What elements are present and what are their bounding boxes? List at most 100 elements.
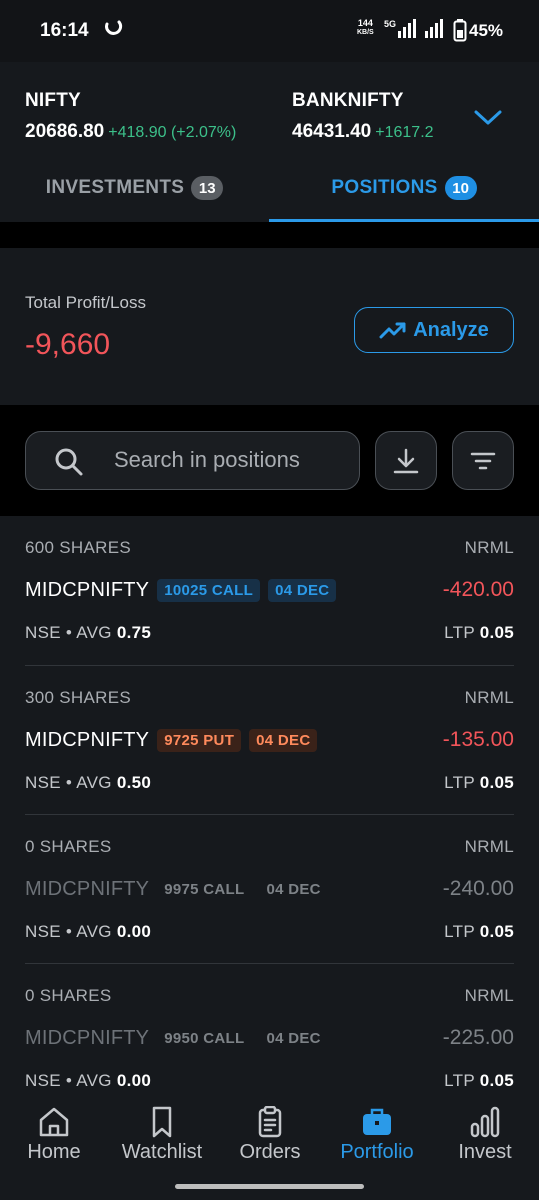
expiry-chip: 04 DEC [268,579,337,602]
nav-portfolio[interactable]: Portfolio [323,1094,431,1184]
active-tab-indicator [269,219,539,222]
avg-label: AVG [76,1071,112,1090]
signal-icon [425,19,443,38]
product-type: NRML [464,538,514,557]
avg-label: AVG [76,922,112,941]
index-banknifty[interactable]: BANKNIFTY 46431.40 +1617.2 [292,90,460,143]
symbol-name: MIDCPNIFTY [25,729,150,751]
signal-5g-icon: 5G [384,19,416,38]
portfolio-tabs: INVESTMENTS 13 POSITIONS 10 [0,154,539,222]
position-quantity: 0 SHARES [25,986,112,1005]
pnl-value: -9,660 [25,328,111,361]
status-bar: 16:14 144 KB/S 5G 45% [0,0,539,62]
download-button[interactable] [375,431,437,490]
tab-positions[interactable]: POSITIONS 10 [269,154,539,222]
positions-list[interactable]: 600 SHARES NRML MIDCPNIFTY 10025 CALL 04… [0,516,539,1108]
search-input[interactable] [114,432,349,488]
product-type: NRML [464,688,514,707]
ltp-value: 0.05 [479,1071,514,1090]
count-badge: 13 [191,176,224,200]
nav-invest[interactable]: Invest [431,1094,539,1184]
avg-label: AVG [76,623,112,642]
tab-investments[interactable]: INVESTMENTS 13 [0,154,269,222]
nav-label: Watchlist [121,1141,203,1163]
position-ltp: LTP 0.05 [444,773,514,793]
position-pnl: -135.00 [442,728,514,751]
expiry-chip: 04 DEC [266,1030,321,1047]
expiry-chip: 04 DEC [249,729,318,752]
home-indicator[interactable] [175,1184,364,1189]
ltp-label: LTP [444,623,475,642]
analyze-label: Analyze [413,318,489,341]
product-type: NRML [464,986,514,1005]
index-change: +1617.2 [375,124,434,141]
position-row[interactable]: 600 SHARES NRML MIDCPNIFTY 10025 CALL 04… [0,516,539,665]
bar-chart-icon [470,1106,500,1138]
filter-button[interactable] [452,431,514,490]
profit-loss-card: Total Profit/Loss -9,660 Analyze [0,248,539,405]
ltp-value: 0.05 [479,623,514,642]
strike-chip: 10025 CALL [157,579,261,602]
exchange-label: NSE [25,773,61,792]
home-icon [39,1107,69,1137]
position-row[interactable]: 0 SHARES NRML MIDCPNIFTY 9975 CALL 04 DE… [25,814,514,963]
position-meta: NSE • AVG 0.75 [25,623,152,642]
nav-label: Invest [458,1141,512,1163]
position-meta: NSE • AVG 0.00 [25,1071,152,1090]
pnl-label: Total Profit/Loss [25,293,146,312]
index-name: NIFTY [25,90,81,111]
position-row[interactable]: 0 SHARES NRML MIDCPNIFTY 9950 CALL 04 DE… [25,963,514,1108]
avg-label: AVG [76,773,112,792]
avg-value: 0.75 [116,623,152,642]
tab-label: POSITIONS [331,177,438,198]
search-box[interactable] [25,431,360,490]
battery-percent: 45% [469,21,504,40]
avg-value: 0.00 [116,922,152,941]
strike-chip: 9975 CALL [164,881,245,898]
symbol-name: MIDCPNIFTY [25,878,150,900]
exchange-label: NSE [25,922,61,941]
ltp-value: 0.05 [479,773,514,792]
bookmark-icon [152,1106,172,1138]
briefcase-icon [363,1108,391,1135]
trending-up-icon [379,322,406,339]
status-time: 16:14 [40,20,89,41]
strike-chip: 9725 PUT [157,729,242,752]
position-pnl: -420.00 [442,578,514,601]
net-speed: 144 KB/S [357,18,374,37]
position-ltp: LTP 0.05 [444,922,514,942]
nav-label: Orders [239,1141,301,1163]
chevron-down-icon[interactable] [473,107,503,127]
product-type: NRML [464,837,514,856]
index-nifty[interactable]: NIFTY 20686.80 +418.90 (+2.07%) [25,90,236,143]
position-ltp: LTP 0.05 [444,623,514,643]
position-meta: NSE • AVG 0.00 [25,922,152,941]
search-icon [55,448,83,476]
analyze-button[interactable]: Analyze [354,307,514,353]
exchange-label: NSE [25,623,61,642]
index-name: BANKNIFTY [292,90,404,111]
nav-orders[interactable]: Orders [216,1094,324,1184]
position-symbol: MIDCPNIFTY 9950 CALL 04 DEC [25,1027,328,1050]
avg-value: 0.00 [116,1071,152,1090]
position-meta: NSE • AVG 0.50 [25,773,152,792]
nav-home[interactable]: Home [0,1094,108,1184]
position-pnl: -225.00 [442,1026,514,1049]
index-value: 46431.40 [292,121,372,142]
position-row[interactable]: 300 SHARES NRML MIDCPNIFTY 9725 PUT 04 D… [25,665,514,814]
index-value: 20686.80 [25,121,105,142]
battery-icon [453,19,467,42]
ltp-value: 0.05 [479,922,514,941]
filter-icon [470,452,496,469]
download-icon [393,448,419,473]
avg-value: 0.50 [116,773,152,792]
market-header: NIFTY 20686.80 +418.90 (+2.07%) BANKNIFTY… [0,62,539,222]
position-ltp: LTP 0.05 [444,1071,514,1091]
strike-chip: 9950 CALL [164,1030,245,1047]
position-quantity: 300 SHARES [25,688,131,707]
position-quantity: 600 SHARES [25,538,131,557]
symbol-name: MIDCPNIFTY [25,1027,150,1049]
nav-watchlist[interactable]: Watchlist [108,1094,216,1184]
expiry-chip: 04 DEC [266,881,321,898]
ltp-label: LTP [444,1071,475,1090]
